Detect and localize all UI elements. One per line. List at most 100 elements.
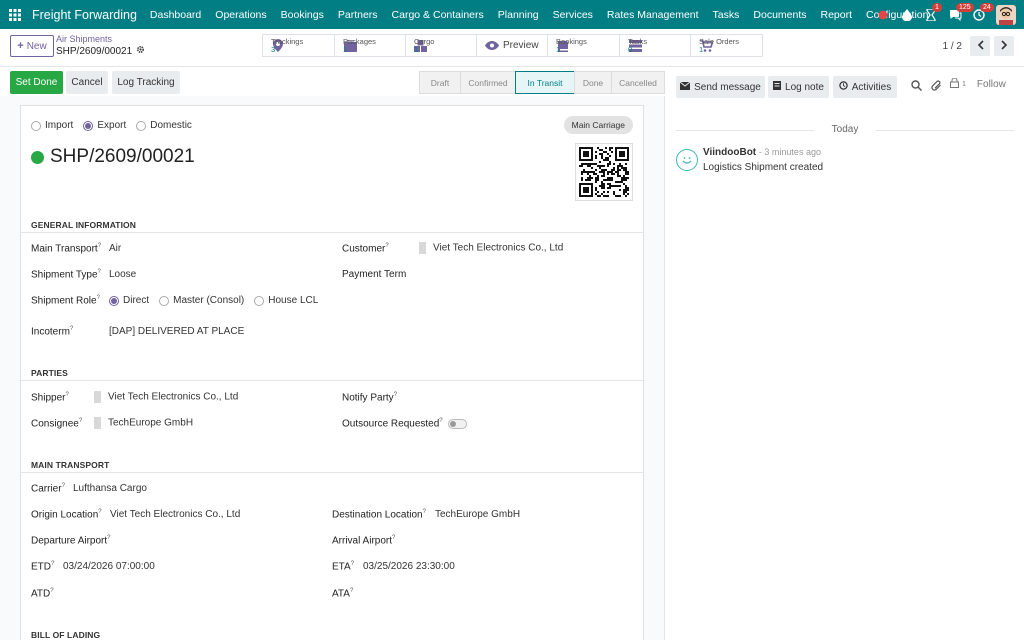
radio-direct[interactable]: Direct — [109, 295, 149, 306]
menu-documents[interactable]: Documents — [746, 9, 813, 21]
pager-previous-button[interactable] — [970, 36, 990, 56]
status-bar: Set Done Cancel Log Tracking Draft Confi… — [10, 71, 665, 94]
preview-button[interactable]: Preview — [477, 35, 548, 56]
send-message-label: Send message — [694, 81, 761, 93]
envelope-icon — [679, 81, 691, 93]
app-title[interactable]: Freight Forwarding — [32, 8, 137, 22]
record-dot-icon[interactable] — [876, 8, 890, 22]
etd-field[interactable]: 03/24/2026 07:00:00 — [63, 561, 155, 572]
pager: 1 / 2 — [943, 36, 1014, 56]
radio-import[interactable]: Import — [31, 120, 73, 131]
eta-label: ETA? — [332, 561, 355, 573]
stage-in-transit[interactable]: In Transit — [515, 71, 575, 94]
menu-bookings[interactable]: Bookings — [274, 9, 331, 21]
log-note-button[interactable]: Log note — [768, 76, 829, 98]
outsource-requested-toggle[interactable] — [448, 419, 467, 429]
cargo-button[interactable]: Cargo 1 — [406, 35, 477, 56]
followers-count: 1 — [962, 81, 966, 88]
set-done-button[interactable]: Set Done — [10, 71, 63, 94]
partner-chip-icon — [419, 242, 426, 254]
clock-icon[interactable]: 24 — [972, 2, 994, 22]
menu-operations[interactable]: Operations — [208, 9, 273, 21]
menu-partners[interactable]: Partners — [331, 9, 385, 21]
packages-button[interactable]: Packages 1 — [335, 35, 406, 56]
chatter-panel: Send message Log note Activities 1 Follo… — [666, 67, 1024, 640]
section-general-information: GENERAL INFORMATION — [31, 220, 136, 230]
stage-cancelled[interactable]: Cancelled — [611, 71, 665, 94]
status-dot — [31, 150, 44, 164]
menu-cargo-containers[interactable]: Cargo & Containers — [385, 9, 491, 21]
user-avatar[interactable] — [996, 4, 1016, 25]
departure-airport-label: Departure Airport? — [31, 535, 111, 547]
radio-house-lcl[interactable]: House LCL — [254, 295, 318, 306]
section-main-transport: MAIN TRANSPORT — [31, 460, 110, 470]
pager-value[interactable]: 1 / 2 — [943, 41, 962, 52]
bot-avatar[interactable] — [676, 149, 698, 171]
followers-button[interactable]: 1 Follow — [950, 77, 1006, 91]
main-transport-field[interactable]: Air — [109, 243, 121, 254]
follow-label: Follow — [976, 79, 1006, 90]
trackings-button[interactable]: Trackings 3 — [263, 35, 335, 56]
consignee-field[interactable]: TechEurope GmbH — [94, 417, 193, 429]
new-button[interactable]: + New — [10, 35, 54, 57]
tasks-button[interactable]: Tasks 0 — [620, 35, 691, 56]
ata-label: ATA? — [332, 588, 354, 600]
customer-label: Customer? — [342, 243, 389, 255]
chevron-right-icon — [1000, 39, 1008, 53]
shipment-type-field[interactable]: Loose — [109, 269, 136, 280]
stage-confirmed[interactable]: Confirmed — [460, 71, 516, 94]
stage-done[interactable]: Done — [574, 71, 612, 94]
log-note-label: Log note — [785, 81, 824, 93]
radio-domestic-label: Domestic — [150, 120, 192, 131]
apps-menu-icon[interactable] — [2, 0, 28, 29]
menu-services[interactable]: Services — [546, 9, 600, 21]
log-tracking-button[interactable]: Log Tracking — [112, 71, 180, 94]
trackings-title: Trackings — [271, 36, 304, 46]
destination-location-field[interactable]: TechEurope GmbH — [435, 509, 520, 520]
hourglass-icon[interactable]: 1 — [924, 2, 942, 22]
send-message-button[interactable]: Send message — [676, 76, 765, 98]
gear-icon[interactable] — [136, 45, 145, 57]
menu-planning[interactable]: Planning — [491, 9, 546, 21]
carrier-field[interactable]: Lufthansa Cargo — [73, 483, 147, 494]
radio-direct-label: Direct — [123, 295, 150, 306]
chevron-left-icon — [977, 39, 984, 53]
breadcrumb-current: SHP/2609/00021 — [56, 45, 145, 57]
form-area: Import Export Domestic Main Carriage SHP… — [0, 96, 665, 640]
shipper-field[interactable]: Viet Tech Electronics Co., Ltd — [94, 391, 238, 403]
radio-import-label: Import — [45, 120, 74, 131]
customer-value: Viet Tech Electronics Co., Ltd — [433, 242, 564, 254]
breadcrumb-current-label: SHP/2609/00021 — [56, 45, 133, 57]
message-author-name[interactable]: ViindooBot — [703, 147, 756, 158]
menu-dashboard[interactable]: Dashboard — [143, 9, 208, 21]
radio-master-consol[interactable]: Master (Consol) — [159, 295, 244, 306]
menu-rates-management[interactable]: Rates Management — [600, 9, 706, 21]
activities-button[interactable]: Activities — [833, 76, 897, 98]
arrival-airport-label: Arrival Airport? — [332, 535, 396, 547]
smart-buttons: Trackings 3 Packages 1 Cargo 1 Preview Book… — [262, 34, 763, 57]
radio-domestic[interactable]: Domestic — [136, 120, 192, 131]
menu-report[interactable]: Report — [814, 9, 860, 21]
cancel-button[interactable]: Cancel — [66, 71, 108, 94]
date-separator: Today — [676, 124, 1014, 136]
paperclip-icon[interactable] — [931, 80, 942, 91]
bookings-button[interactable]: Bookings 1 — [548, 35, 620, 56]
search-icon[interactable] — [911, 80, 922, 91]
menu-tasks[interactable]: Tasks — [706, 9, 747, 21]
clock-icon — [839, 81, 848, 93]
radio-export[interactable]: Export — [83, 120, 126, 131]
qr-code — [575, 143, 633, 201]
incoterm-field[interactable]: [DAP] DELIVERED AT PLACE — [109, 326, 244, 337]
sale-orders-button[interactable]: Sale Orders 1 — [691, 35, 762, 56]
message-author: ViindooBot - 3 minutes ago — [703, 147, 821, 158]
stage-draft[interactable]: Draft — [419, 71, 461, 94]
drop-icon[interactable] — [900, 8, 914, 22]
breadcrumb-parent[interactable]: Air Shipments — [56, 34, 112, 44]
messages-icon[interactable]: 125 — [948, 2, 974, 22]
pager-next-button[interactable] — [994, 36, 1014, 56]
eta-field[interactable]: 03/25/2026 23:30:00 — [363, 561, 455, 572]
origin-location-field[interactable]: Viet Tech Electronics Co., Ltd — [110, 509, 240, 520]
shipment-role-radio-group: Direct Master (Consol) House LCL — [109, 295, 318, 306]
customer-field[interactable]: Viet Tech Electronics Co., Ltd — [419, 242, 563, 254]
cargo-count: 1 — [414, 44, 419, 54]
